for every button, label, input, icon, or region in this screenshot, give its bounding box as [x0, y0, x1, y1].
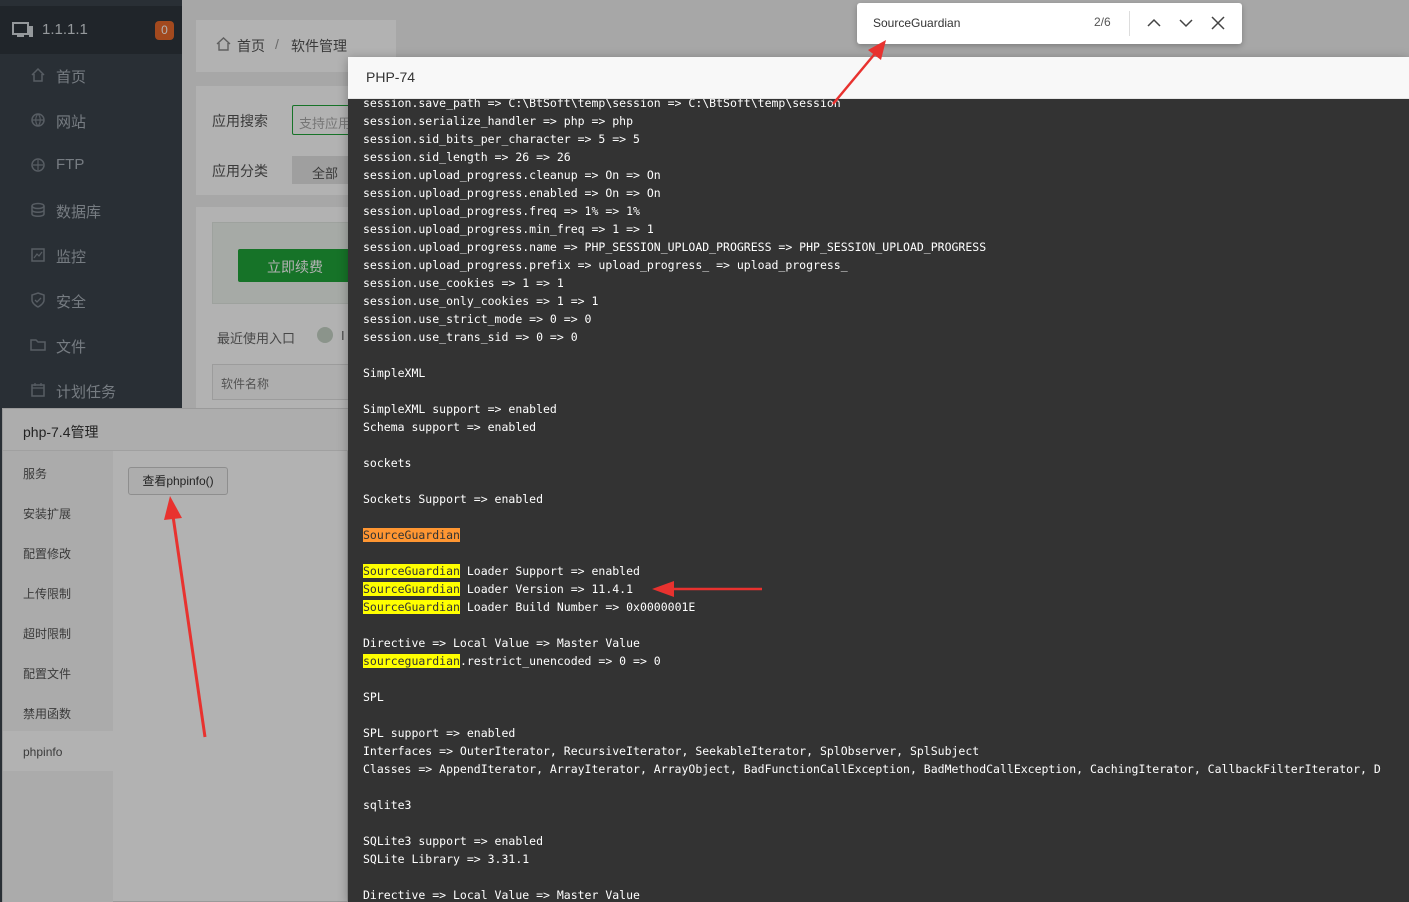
phpinfo-line: session.upload_progress.enabled => On =>… [363, 186, 661, 200]
phpinfo-line: SPL support => enabled [363, 726, 516, 740]
phpinfo-line: session.use_cookies => 1 => 1 [363, 276, 564, 290]
phpinfo-line [363, 868, 1407, 886]
find-match-count: 2/6 [1094, 15, 1111, 29]
line-text: Loader Build Number => 0x0000001E [459, 600, 696, 614]
phpinfo-line [363, 544, 1407, 562]
phpinfo-line: session.upload_progress.freq => 1% => 1% [363, 204, 640, 218]
phpinfo-line: SourceGuardian Loader Support => enabled [363, 562, 1407, 580]
close-icon[interactable] [1209, 14, 1227, 32]
line-text: .restrict_unencoded => 0 => 0 [459, 654, 661, 668]
phpinfo-line: session.sid_bits_per_character => 5 => 5 [363, 132, 640, 146]
phpinfo-line: sockets [363, 456, 412, 470]
line-text: Loader Version => 11.4.1 [459, 582, 634, 596]
dialog-title-bar: PHP-74 [348, 57, 1409, 99]
phpinfo-line: Sockets Support => enabled [363, 492, 544, 506]
line-text: Loader Support => enabled [459, 564, 640, 578]
phpinfo-line [363, 616, 1407, 634]
phpinfo-line: Directive => Local Value => Master Value [363, 888, 640, 902]
search-match: sourceguardian [363, 654, 460, 668]
phpinfo-line: session.use_only_cookies => 1 => 1 [363, 294, 599, 308]
phpinfo-line: SimpleXML support => enabled [363, 402, 557, 416]
phpinfo-line: Directive => Local Value => Master Value [363, 636, 640, 650]
find-bar: SourceGuardian 2/6 [857, 3, 1242, 44]
phpinfo-line [363, 814, 1407, 832]
phpinfo-line: Classes => AppendIterator, ArrayIterator… [363, 762, 1381, 776]
phpinfo-line: SimpleXML [363, 366, 426, 380]
search-match: SourceGuardian [363, 582, 460, 596]
phpinfo-line: sourceguardian.restrict_unencoded => 0 =… [363, 652, 1407, 670]
phpinfo-line [363, 472, 1407, 490]
phpinfo-dialog: PHP-74 session.save_path => C:\BtSoft\te… [348, 57, 1409, 902]
phpinfo-text: session.save_path => C:\BtSoft\temp\sess… [363, 99, 1407, 902]
phpinfo-line: session.upload_progress.prefix => upload… [363, 258, 848, 272]
find-input[interactable]: SourceGuardian [865, 11, 1115, 36]
find-divider [1129, 11, 1130, 36]
phpinfo-line [363, 706, 1407, 724]
phpinfo-line [363, 436, 1407, 454]
phpinfo-line: sqlite3 [363, 798, 412, 812]
phpinfo-line: SourceGuardian Loader Version => 11.4.1 [363, 580, 1407, 598]
phpinfo-line: session.upload_progress.name => PHP_SESS… [363, 240, 987, 254]
phpinfo-line [363, 346, 1407, 364]
phpinfo-line [363, 670, 1407, 688]
phpinfo-output[interactable]: session.save_path => C:\BtSoft\temp\sess… [348, 99, 1409, 902]
search-match: SourceGuardian [363, 600, 460, 614]
phpinfo-line: SQLite3 support => enabled [363, 834, 544, 848]
search-match-current: SourceGuardian [363, 528, 460, 542]
dialog-title: PHP-74 [366, 69, 416, 85]
phpinfo-line: session.upload_progress.min_freq => 1 =>… [363, 222, 654, 236]
phpinfo-line [363, 778, 1407, 796]
phpinfo-line: Interfaces => OuterIterator, RecursiveIt… [363, 744, 980, 758]
phpinfo-line: SQLite Library => 3.31.1 [363, 852, 530, 866]
phpinfo-line [363, 508, 1407, 526]
chevron-up-icon[interactable] [1145, 14, 1163, 32]
phpinfo-line: session.upload_progress.cleanup => On =>… [363, 168, 661, 182]
phpinfo-line: SPL [363, 690, 384, 704]
phpinfo-line: Schema support => enabled [363, 420, 537, 434]
phpinfo-line: session.use_trans_sid => 0 => 0 [363, 330, 578, 344]
chevron-down-icon[interactable] [1177, 14, 1195, 32]
phpinfo-line: SourceGuardian Loader Build Number => 0x… [363, 598, 1407, 616]
phpinfo-line: session.serialize_handler => php => php [363, 114, 634, 128]
phpinfo-line: SourceGuardian [363, 526, 1407, 544]
phpinfo-line: session.use_strict_mode => 0 => 0 [363, 312, 592, 326]
search-match: SourceGuardian [363, 564, 460, 578]
phpinfo-line [363, 382, 1407, 400]
phpinfo-line: session.sid_length => 26 => 26 [363, 150, 571, 164]
phpinfo-line: session.save_path => C:\BtSoft\temp\sess… [363, 99, 841, 110]
